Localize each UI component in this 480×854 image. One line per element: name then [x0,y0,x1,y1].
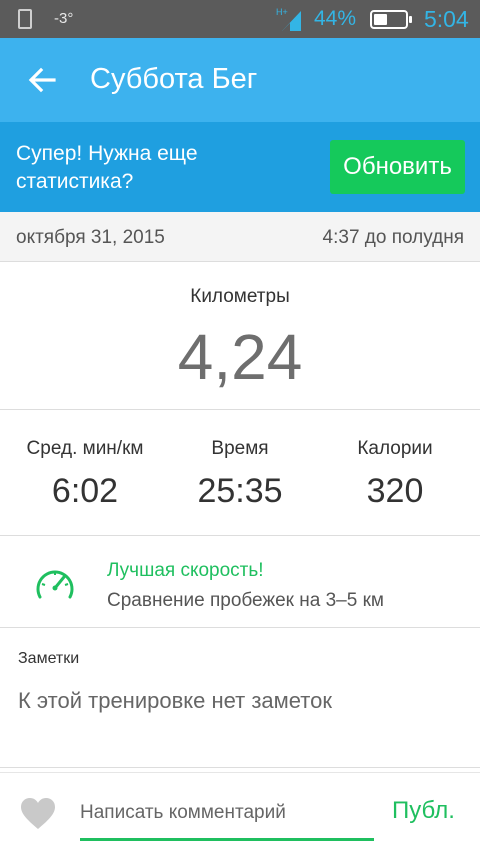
app-bar: Суббота Бег [0,38,480,122]
best-speed-subtitle: Сравнение пробежек на 3–5 км [107,590,384,611]
stat-label: Сред. мин/км [26,438,144,459]
promo-text: Супер! Нужна еще статистика? [16,142,198,193]
stat-duration: Время 25:35 [160,410,320,511]
comment-bar: Публ. [0,772,480,854]
page-title: Суббота Бег [90,63,258,95]
distance-label: Километры [190,286,290,307]
status-clock: 5:04 [424,6,469,32]
stat-label: Калории [357,438,433,459]
upgrade-promo-banner: Супер! Нужна еще статистика? Обновить [0,122,480,212]
stat-label: Время [211,438,269,459]
notes-section: Заметки К этой тренировке нет заметок [0,628,480,768]
stat-avg-pace: Сред. мин/км 6:02 [5,410,165,511]
network-type-label: H+ [276,7,288,17]
phone-icon [18,9,32,29]
stat-value: 320 [366,472,424,510]
stat-value: 25:35 [197,472,283,510]
notes-label: Заметки [18,650,80,667]
status-bar: -3° H+ 44% 5:04 [0,0,480,38]
heart-icon[interactable] [20,797,56,831]
speedometer-icon [36,570,74,599]
battery-level-fill [374,14,387,25]
best-speed-title: Лучшая скорость! [107,560,264,581]
temperature-indicator: -3° [54,10,74,27]
notes-text: К этой тренировке нет заметок [18,688,332,713]
distance-value: 4,24 [177,321,303,393]
workout-date-row: октября 31, 2015 4:37 до полудня [0,212,480,262]
stat-value: 6:02 [51,472,119,510]
publish-button[interactable]: Публ. [392,797,455,825]
signal-icon: H+ [276,7,301,31]
workout-stats: Сред. мин/км 6:02 Время 25:35 Калории 32… [0,410,480,536]
distance-block: Километры 4,24 [0,262,480,410]
best-speed-card[interactable]: Лучшая скорость! Сравнение пробежек на 3… [0,536,480,628]
arrow-left-icon[interactable] [24,62,60,98]
workout-time: 4:37 до полудня [322,227,464,248]
workout-date: октября 31, 2015 [16,227,165,248]
battery-icon [370,10,412,29]
comment-input[interactable] [80,787,374,841]
upgrade-button[interactable]: Обновить [330,140,465,194]
battery-percent: 44% [314,7,357,30]
stat-calories: Калории 320 [315,410,475,511]
